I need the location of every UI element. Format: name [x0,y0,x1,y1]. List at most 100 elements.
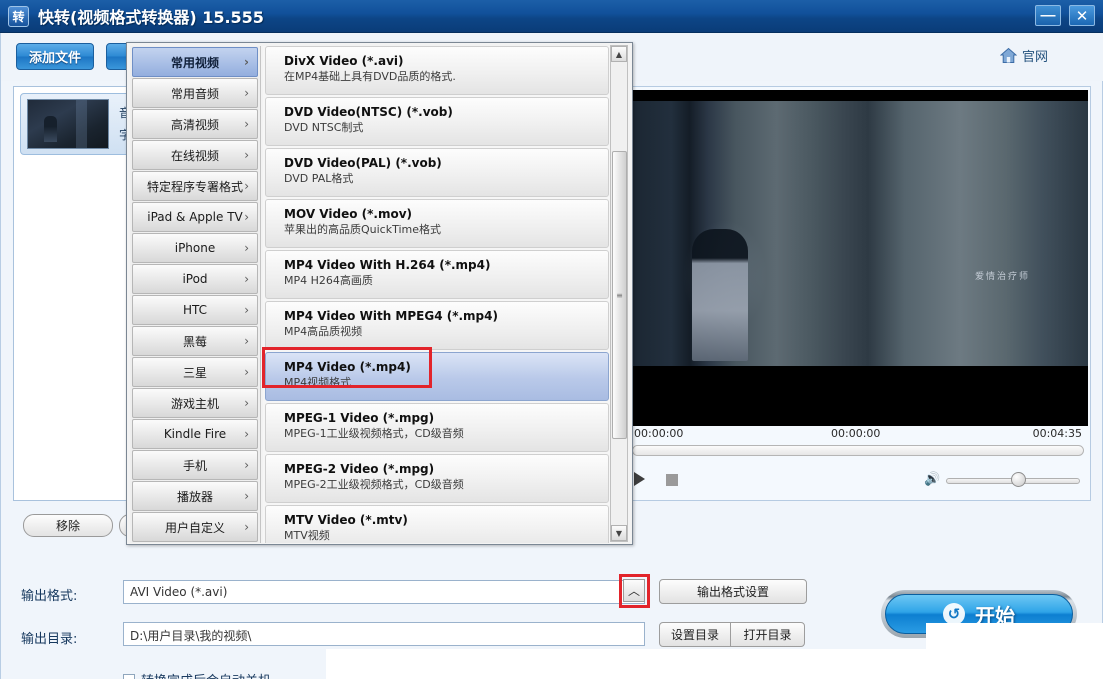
chevron-right-icon: › [244,458,249,472]
format-list-scrollbar[interactable]: ▲ ≡ ▼ [610,45,628,542]
window-title: 快转(视频格式转换器) 15.555 [38,8,264,27]
category-item[interactable]: iPod › [132,264,258,294]
category-item[interactable]: iPad & Apple TV › [132,202,258,232]
format-item[interactable]: DVD Video(NTSC) (*.vob) DVD NTSC制式 [265,97,609,146]
category-item-label: 手机 [182,458,207,473]
category-item-label: 高清视频 [170,117,219,132]
home-icon [999,47,1017,63]
minimize-button[interactable]: — [1035,5,1061,26]
chevron-right-icon: › [244,117,249,131]
category-item-label: 黑莓 [182,334,207,349]
format-item-title: MPEG-2 Video (*.mpg) [284,462,435,476]
category-item-label: HTC [182,303,208,317]
chevron-right-icon: › [244,427,249,441]
category-item[interactable]: 黑莓 › [132,326,258,356]
category-item-label: 游戏主机 [170,396,219,411]
preview-pane: 爱情治疗师 00:00:00 00:00:00 00:04:35 🔊 [625,86,1091,501]
overlay-right [926,623,1103,679]
category-item[interactable]: iPhone › [132,233,258,263]
category-item-label: iPad & Apple TV [147,210,243,224]
remove-button[interactable]: 移除 [23,514,113,537]
category-item[interactable]: 常用音频 › [132,78,258,108]
format-item[interactable]: MPEG-2 Video (*.mpg) MPEG-2工业级视频格式，CD级音频 [265,454,609,503]
format-item[interactable]: MP4 Video With H.264 (*.mp4) MP4 H264高画质 [265,250,609,299]
auto-shutdown-checkbox[interactable]: 转换完成后会自动关机 [123,670,271,679]
chevron-right-icon: › [244,148,249,162]
format-item[interactable]: MTV Video (*.mtv) MTV视频 [265,505,609,543]
category-item[interactable]: 用户自定义 › [132,512,258,542]
format-dropdown-popup[interactable]: 常用视频 › 常用音频 › 高清视频 › 在线视频 › 特定程序专署格式 › iPad & Appl… [126,42,633,545]
format-item[interactable]: MP4 Video With MPEG4 (*.mp4) MP4高品质视频 [265,301,609,350]
video-watermark: 爱情治疗师 [974,272,1030,282]
scroll-up-icon[interactable]: ▲ [611,46,627,62]
category-item-label: iPhone [174,241,216,255]
open-directory-button[interactable]: 打开目录 [730,622,805,647]
format-item-title: MP4 Video With H.264 (*.mp4) [284,258,491,272]
set-directory-button[interactable]: 设置目录 [659,622,731,647]
category-item[interactable]: 播放器 › [132,481,258,511]
play-icon[interactable] [634,472,645,486]
format-item-desc: MP4视频格式 [284,376,352,389]
official-site-label: 官网 [1021,50,1048,65]
category-item[interactable]: 高清视频 › [132,109,258,139]
format-item-desc: 在MP4基础上具有DVD品质的格式. [284,70,456,83]
category-item[interactable]: 特定程序专署格式 › [132,171,258,201]
category-item[interactable]: 常用视频 › [132,47,258,77]
stop-icon[interactable] [666,474,678,486]
category-item[interactable]: 游戏主机 › [132,388,258,418]
add-file-button[interactable]: 添加文件 [16,43,94,70]
format-item-desc: MPEG-2工业级视频格式，CD级音频 [284,478,464,491]
app-logo-icon: 转 [8,5,29,27]
category-item[interactable]: 三星 › [132,357,258,387]
scroll-down-icon[interactable]: ▼ [611,525,627,541]
output-dir-field[interactable]: D:\用户目录\我的视频\ [123,622,645,646]
output-format-label: 输出格式: [21,589,78,604]
chevron-right-icon: › [244,489,249,503]
format-item-desc: MP4高品质视频 [284,325,363,338]
refresh-icon: ↺ [943,603,965,625]
format-item[interactable]: MP4 Video (*.mp4) MP4视频格式 [265,352,609,401]
chevron-right-icon: › [244,520,249,534]
time-end: 00:04:35 [1032,427,1082,440]
category-item-label: 三星 [182,365,207,380]
volume-slider-thumb[interactable] [1011,472,1026,487]
video-frame[interactable]: 爱情治疗师 [630,90,1088,426]
category-item[interactable]: 在线视频 › [132,140,258,170]
format-item[interactable]: MOV Video (*.mov) 苹果出的高品质QuickTime格式 [265,199,609,248]
format-item[interactable]: MPEG-1 Video (*.mpg) MPEG-1工业级视频格式，CD级音频 [265,403,609,452]
category-item-label: 常用音频 [170,86,219,101]
format-list[interactable]: DivX Video (*.avi) 在MP4基础上具有DVD品质的格式. DVD … [263,46,611,543]
format-item-title: MP4 Video (*.mp4) [284,360,411,374]
close-button[interactable]: ✕ [1069,5,1095,26]
seek-slider[interactable] [632,445,1084,456]
video-thumbnail [27,99,109,149]
chevron-right-icon: › [244,179,249,193]
official-site-link[interactable]: 官网 [999,46,1048,65]
output-dir-label: 输出目录: [21,632,78,647]
category-item-label: 特定程序专署格式 [146,179,243,194]
category-list[interactable]: 常用视频 › 常用音频 › 高清视频 › 在线视频 › 特定程序专署格式 › iPad & Appl… [130,46,261,543]
format-item-desc: 苹果出的高品质QuickTime格式 [284,223,442,236]
chevron-right-icon: › [244,396,249,410]
category-item[interactable]: 手机 › [132,450,258,480]
volume-icon[interactable]: 🔊 [924,472,940,487]
format-item-title: DVD Video(PAL) (*.vob) [284,156,442,170]
format-item[interactable]: DVD Video(PAL) (*.vob) DVD PAL格式 [265,148,609,197]
category-item-label: iPod [182,272,208,286]
title-bar: 转 快转(视频格式转换器) 15.555 — ✕ [0,0,1103,33]
category-item-label: 播放器 [176,489,213,504]
time-current: 00:00:00 [831,427,881,440]
format-item-title: MTV Video (*.mtv) [284,513,408,527]
category-item-label: 在线视频 [170,148,219,163]
output-format-field[interactable]: AVI Video (*.avi) [123,580,645,604]
chevron-right-icon: › [244,86,249,100]
scrollbar-thumb[interactable]: ≡ [612,151,627,439]
category-item[interactable]: Kindle Fire › [132,419,258,449]
format-settings-button[interactable]: 输出格式设置 [659,579,807,604]
category-item[interactable]: HTC › [132,295,258,325]
format-item-title: MOV Video (*.mov) [284,207,412,221]
chevron-right-icon: › [244,241,249,255]
format-item-title: MP4 Video With MPEG4 (*.mp4) [284,309,498,323]
format-item[interactable]: DivX Video (*.avi) 在MP4基础上具有DVD品质的格式. [265,46,609,95]
checkbox-box[interactable] [123,673,135,679]
